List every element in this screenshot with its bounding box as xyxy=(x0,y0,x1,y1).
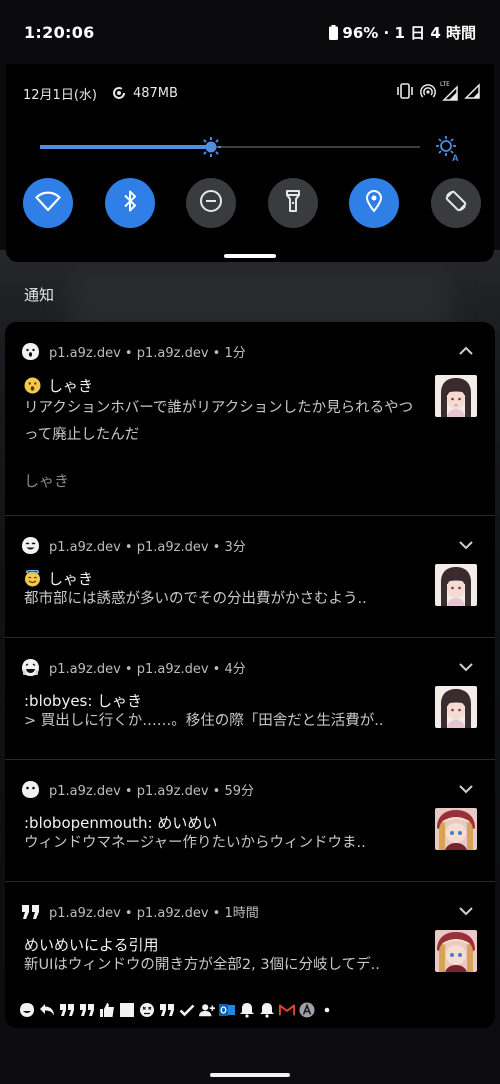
quote-icon xyxy=(79,1002,95,1018)
vibrate-icon xyxy=(396,83,414,103)
hotspot-icon xyxy=(420,83,436,103)
avatar xyxy=(435,808,477,850)
notification-card[interactable]: p1.a9z.dev • p1.a9z.dev • 1時間 めいめいによる引用 … xyxy=(5,882,495,992)
blob-x-icon xyxy=(139,1002,155,1018)
reply-icon xyxy=(39,1002,55,1018)
flashlight-tile[interactable] xyxy=(267,178,318,228)
notification-card[interactable]: p1.a9z.dev • p1.a9z.dev • 3分 しゃき 都市部には誘惑… xyxy=(5,516,495,638)
gmail-icon xyxy=(279,1002,295,1018)
svg-text:A: A xyxy=(452,153,459,162)
avatar xyxy=(435,686,477,728)
blob-icon xyxy=(19,1002,35,1018)
blob-openmouth-icon xyxy=(21,342,40,361)
blob-smile-icon xyxy=(21,536,40,555)
qs-info-row: 12月1日(水) 487MB LTE xyxy=(23,81,480,104)
notification-body: リアクションホバーで誰がリアクションしたか見られるやつって廃止したんだ xyxy=(24,400,414,443)
memory-text: 487MB xyxy=(132,85,178,101)
notification-body: 都市部には誘惑が多いのでその分出費がかさむよう.. xyxy=(24,591,367,607)
add-user-icon xyxy=(199,1002,215,1018)
brightness-slider[interactable] xyxy=(40,136,420,158)
chevron-down-icon[interactable] xyxy=(457,902,475,920)
dnd-tile[interactable] xyxy=(186,178,237,228)
bell-icon xyxy=(239,1002,255,1018)
notification-source: p1.a9z.dev • p1.a9z.dev • 1時間 xyxy=(49,905,259,921)
blob-icon xyxy=(21,780,40,799)
wifi-icon xyxy=(35,190,61,216)
notification-title: しゃき xyxy=(48,377,94,395)
location-icon xyxy=(365,189,383,217)
notification-card[interactable]: p1.a9z.dev • p1.a9z.dev • 4分 :blobyes: し… xyxy=(5,638,495,760)
notification-sender: しゃき xyxy=(24,472,70,490)
clock: 1:20:06 xyxy=(24,22,95,42)
outlook-icon xyxy=(219,1002,235,1018)
a-icon xyxy=(299,1002,315,1018)
location-tile[interactable] xyxy=(349,178,400,228)
surprised-emoji-icon xyxy=(24,377,41,394)
halo-emoji-icon xyxy=(24,570,41,587)
quote-icon xyxy=(59,1002,75,1018)
blob-yes-icon xyxy=(21,658,40,677)
do-not-disturb-icon xyxy=(199,189,223,217)
auto-brightness-icon[interactable]: A xyxy=(434,134,462,163)
auto-rotate-icon xyxy=(444,189,468,217)
wifi-tile[interactable] xyxy=(23,178,73,228)
brightness-fill xyxy=(40,145,211,149)
dot-icon xyxy=(319,1002,335,1018)
quick-settings-panel: 12月1日(水) 487MB LTE A xyxy=(6,64,494,262)
auto-rotate-tile[interactable] xyxy=(430,178,481,228)
avatar xyxy=(435,564,477,606)
quick-tiles xyxy=(23,178,481,228)
lte-signal-icon: LTE xyxy=(440,81,458,101)
lte-label: LTE xyxy=(440,81,450,88)
notification-card[interactable]: p1.a9z.dev • p1.a9z.dev • 59分 :blobopenm… xyxy=(5,760,495,882)
status-bar: 1:20:06 96% · 1 日 4 時間 xyxy=(0,0,500,64)
memory-icon[interactable] xyxy=(111,85,127,101)
avatar xyxy=(435,375,477,417)
notification-body: > 買出しに行くか……。移住の際「田舎だと生活費が.. xyxy=(24,713,384,729)
qs-drag-handle[interactable] xyxy=(224,254,276,258)
thumbs-up-icon xyxy=(99,1002,115,1018)
bell-icon xyxy=(259,1002,275,1018)
notification-source: p1.a9z.dev • p1.a9z.dev • 3分 xyxy=(49,539,246,555)
wallpaper-shape xyxy=(70,270,450,330)
bluetooth-tile[interactable] xyxy=(104,178,155,228)
quote-icon xyxy=(21,902,40,921)
notification-icon-strip xyxy=(19,992,489,1028)
chevron-down-icon[interactable] xyxy=(457,536,475,554)
chevron-down-icon[interactable] xyxy=(457,780,475,798)
chevron-down-icon[interactable] xyxy=(457,658,475,676)
signal-icon xyxy=(464,83,480,103)
notification-body: 新UIはウィンドウの開き方が全部2, 3個に分岐してデ.. xyxy=(24,957,380,973)
notification-list: p1.a9z.dev • p1.a9z.dev • 1分 しゃき リアクションホ… xyxy=(5,322,495,1028)
battery-icon xyxy=(329,24,339,40)
brightness-thumb[interactable] xyxy=(200,136,222,158)
gesture-nav-bar[interactable] xyxy=(210,1073,290,1077)
notification-source: p1.a9z.dev • p1.a9z.dev • 4分 xyxy=(49,661,246,677)
battery-text: 96% · 1 日 4 時間 xyxy=(342,23,476,42)
avatar xyxy=(435,930,477,972)
qs-date: 12月1日(水) xyxy=(23,87,97,103)
bluetooth-icon xyxy=(122,189,138,217)
notification-body: ウィンドウマネージャー作りたいからウィンドウま.. xyxy=(24,835,366,851)
notifications-heading: 通知 xyxy=(24,286,55,304)
notification-source: p1.a9z.dev • p1.a9z.dev • 1分 xyxy=(49,345,246,361)
square-icon xyxy=(119,1002,135,1018)
check-icon xyxy=(179,1002,195,1018)
flashlight-icon xyxy=(285,189,301,217)
chevron-up-icon[interactable] xyxy=(457,342,475,360)
notification-card[interactable]: p1.a9z.dev • p1.a9z.dev • 1分 しゃき リアクションホ… xyxy=(5,322,495,516)
quote-icon xyxy=(159,1002,175,1018)
notification-source: p1.a9z.dev • p1.a9z.dev • 59分 xyxy=(49,783,254,799)
battery-status: 96% · 1 日 4 時間 xyxy=(329,22,476,43)
